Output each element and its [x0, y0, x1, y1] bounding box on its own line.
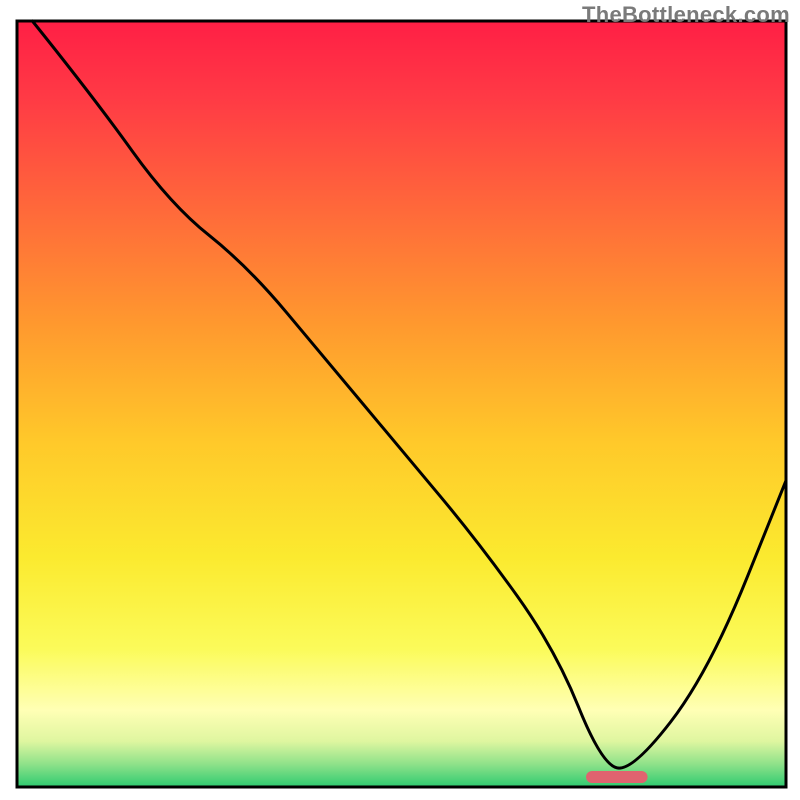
optimal-range-marker	[586, 771, 648, 783]
chart-svg	[0, 0, 800, 800]
bottleneck-chart: TheBottleneck.com	[0, 0, 800, 800]
plot-background	[17, 21, 786, 787]
watermark-label: TheBottleneck.com	[582, 2, 790, 28]
